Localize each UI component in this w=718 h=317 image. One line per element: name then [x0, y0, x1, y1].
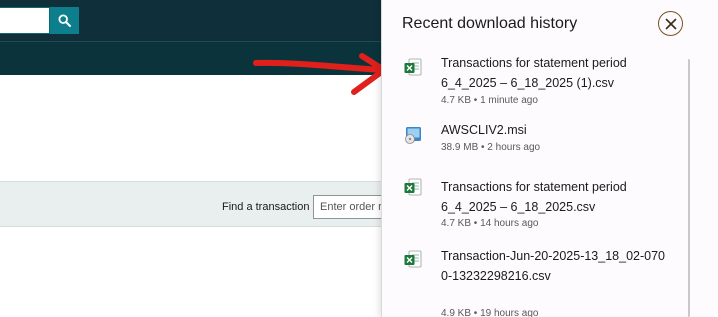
download-item[interactable]: Transactions for statement period 6_4_20… [382, 45, 687, 112]
download-history-panel: Recent download history Transactions for… [381, 0, 718, 317]
download-file-name[interactable]: AWSCLIV2.msi [441, 120, 683, 140]
red-arrow-annotation [253, 53, 387, 95]
download-file-meta: 38.9 MB • 2 hours ago [441, 142, 541, 153]
close-button[interactable] [658, 11, 683, 36]
download-file-meta: 4.9 KB • 19 hours ago [441, 308, 539, 317]
find-transaction-label: Find a transaction [222, 201, 310, 213]
download-file-meta: 4.7 KB • 1 minute ago [441, 95, 538, 106]
panel-scrollbar[interactable] [685, 45, 693, 317]
search-button[interactable] [50, 7, 79, 34]
download-item[interactable]: Transaction-Jun-20-2025-13_18_02-0700-13… [382, 233, 687, 317]
excel-file-icon [404, 250, 422, 268]
scrollbar-thumb[interactable] [688, 59, 690, 317]
excel-file-icon [404, 58, 422, 76]
panel-title: Recent download history [402, 15, 578, 32]
download-item[interactable]: Transactions for statement period 6_4_20… [382, 166, 687, 233]
download-file-name[interactable]: Transactions for statement period 6_4_20… [441, 53, 683, 93]
search-input[interactable] [0, 7, 50, 34]
download-file-name[interactable]: Transactions for statement period 6_4_20… [441, 177, 683, 217]
close-circle-icon [665, 18, 676, 29]
download-file-name[interactable]: Transaction-Jun-20-2025-13_18_02-0700-13… [441, 246, 667, 286]
download-file-meta: 4.7 KB • 14 hours ago [441, 218, 539, 229]
search-icon [58, 14, 71, 27]
download-list: Transactions for statement period 6_4_20… [382, 45, 687, 317]
excel-file-icon [404, 178, 422, 196]
msi-installer-icon [405, 127, 421, 144]
download-item[interactable]: AWSCLIV2.msi 38.9 MB • 2 hours ago [382, 112, 687, 166]
